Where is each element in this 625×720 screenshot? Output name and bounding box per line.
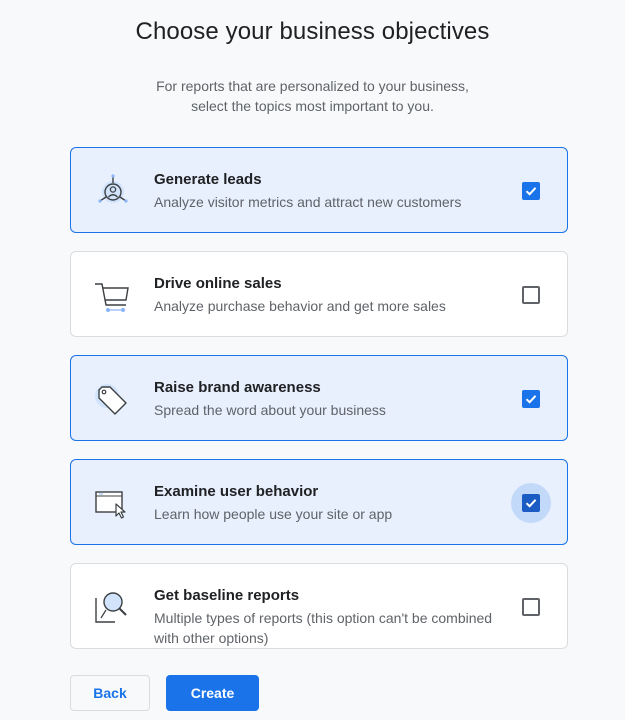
browser-cursor-icon (93, 484, 133, 524)
objective-text: Drive online sales Analyze purchase beha… (154, 274, 514, 316)
objective-card-get-baseline-reports[interactable]: Get baseline reports Multiple types of r… (70, 563, 568, 649)
checkbox-examine-user-behavior[interactable] (511, 483, 551, 523)
objective-description: Analyze purchase behavior and get more s… (154, 298, 446, 314)
checkbox-box (522, 390, 540, 408)
subtitle-line-2: select the topics most important to you. (191, 98, 434, 114)
objective-text: Generate leads Analyze visitor metrics a… (154, 170, 514, 212)
objective-text: Examine user behavior Learn how people u… (154, 482, 514, 524)
check-icon (525, 499, 537, 508)
objective-label: Drive online sales (154, 275, 282, 292)
lead-target-icon (93, 172, 133, 212)
check-icon (525, 395, 537, 404)
objective-description: Spread the word about your business (154, 402, 386, 418)
checkbox-box (522, 286, 540, 304)
create-button[interactable]: Create (166, 675, 259, 711)
objective-label: Generate leads (154, 171, 262, 188)
magnifier-report-icon (93, 588, 133, 628)
objective-description-line-1: Multiple types of reports (this option c… (154, 610, 493, 626)
objective-card-drive-online-sales[interactable]: Drive online sales Analyze purchase beha… (70, 251, 568, 337)
subtitle-line-1: For reports that are personalized to you… (156, 78, 469, 94)
back-button[interactable]: Back (70, 675, 150, 711)
objective-card-generate-leads[interactable]: Generate leads Analyze visitor metrics a… (70, 147, 568, 233)
objective-label: Raise brand awareness (154, 379, 321, 396)
checkbox-box (522, 598, 540, 616)
objective-description: Learn how people use your site or app (154, 506, 393, 522)
checkbox-raise-brand-awareness[interactable] (511, 379, 551, 419)
check-icon (525, 187, 537, 196)
shopping-cart-icon (93, 276, 133, 316)
objective-card-raise-brand-awareness[interactable]: Raise brand awareness Spread the word ab… (70, 355, 568, 441)
checkbox-box (522, 494, 540, 512)
checkbox-generate-leads[interactable] (511, 171, 551, 211)
checkbox-get-baseline-reports[interactable] (511, 587, 551, 627)
objective-description: Analyze visitor metrics and attract new … (154, 194, 462, 210)
tag-icon (93, 380, 133, 420)
objective-text: Raise brand awareness Spread the word ab… (154, 378, 514, 420)
checkbox-drive-online-sales[interactable] (511, 275, 551, 315)
checkbox-box (522, 182, 540, 200)
objectives-page: Choose your business objectives For repo… (0, 0, 625, 720)
objective-text: Get baseline reports Multiple types of r… (154, 586, 524, 648)
objective-label: Examine user behavior (154, 483, 319, 500)
page-subtitle: For reports that are personalized to you… (0, 76, 625, 116)
objective-description-line-2: with other options) (154, 630, 269, 646)
objective-label: Get baseline reports (154, 587, 300, 604)
objective-card-examine-user-behavior[interactable]: Examine user behavior Learn how people u… (70, 459, 568, 545)
page-title: Choose your business objectives (135, 18, 490, 45)
